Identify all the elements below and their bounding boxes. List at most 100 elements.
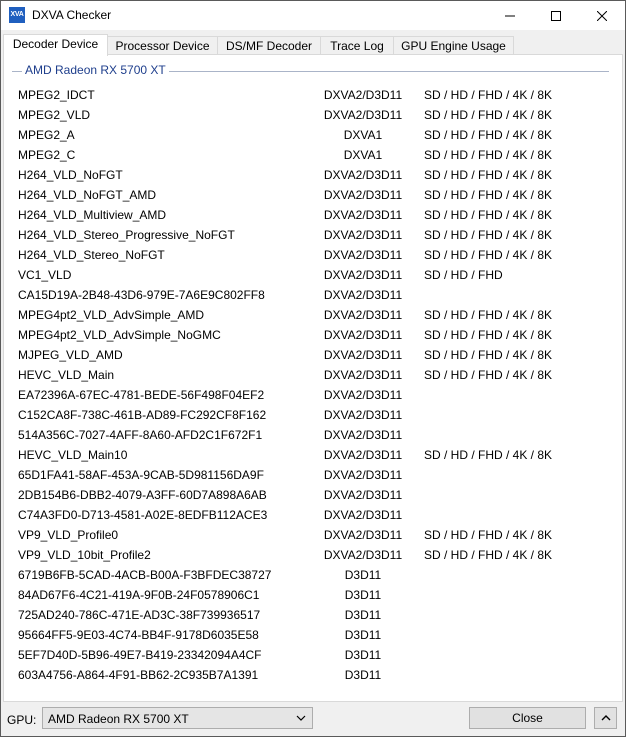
decoder-name: VC1_VLD [18,268,72,282]
decoder-api: D3D11 [344,568,382,582]
decoder-name: H264_VLD_NoFGT [18,168,123,182]
decoder-name: 65D1FA41-58AF-453A-9CAB-5D981156DA9F [18,468,264,482]
decoder-api: DXVA2/D3D11 [323,428,403,442]
decoder-api: DXVA2/D3D11 [323,248,403,262]
decoder-name: VP9_VLD_10bit_Profile2 [18,548,151,562]
decoder-resolutions: SD / HD / FHD / 4K / 8K [424,248,553,262]
decoder-row[interactable]: 95664FF5-9E03-4C74-BB4F-9178D6035E58 D3D1… [18,625,598,645]
decoder-api: DXVA2/D3D11 [323,288,403,302]
decoder-row[interactable]: MPEG2_VLD DXVA2/D3D11 SD / HD / FHD / 4K /… [18,105,598,125]
decoder-resolutions: SD / HD / FHD / 4K / 8K [424,368,553,382]
decoder-row[interactable]: 725AD240-786C-471E-AD3C-38F739936517 D3D1… [18,605,598,625]
decoder-row[interactable]: EA72396A-67EC-4781-BEDE-56F498F04EF2 DXVA… [18,385,598,405]
decoder-resolutions: SD / HD / FHD / 4K / 8K [424,148,553,162]
decoder-row[interactable]: C152CA8F-738C-461B-AD89-FC292CF8F162 DXVA… [18,405,598,425]
decoder-api: DXVA2/D3D11 [323,548,403,562]
decoder-row[interactable]: H264_VLD_NoFGT DXVA2/D3D11 SD / HD / FHD /… [18,165,598,185]
decoder-name: MPEG4pt2_VLD_AdvSimple_NoGMC [18,328,221,342]
decoder-api: DXVA2/D3D11 [323,108,403,122]
decoder-resolutions: SD / HD / FHD / 4K / 8K [424,168,553,182]
tab-trace-log[interactable]: Trace Log [320,36,394,55]
decoder-api: DXVA2/D3D11 [323,308,403,322]
decoder-name: 84AD67F6-4C21-419A-9F0B-24F0578906C1 [18,588,260,602]
decoder-row[interactable]: HEVC_VLD_Main DXVA2/D3D11 SD / HD / FHD / … [18,365,598,385]
decoder-row[interactable]: 65D1FA41-58AF-453A-9CAB-5D981156DA9F DXVA… [18,465,598,485]
chevron-up-icon [601,715,610,721]
decoder-row[interactable]: 6719B6FB-5CAD-4ACB-B00A-F3BFDEC38727 D3D1… [18,565,598,585]
close-window-button[interactable] [579,1,625,30]
tab-decoder-device[interactable]: Decoder Device [3,34,108,56]
tab-ds-mf-decoder[interactable]: DS/MF Decoder [217,36,321,55]
decoder-resolutions: SD / HD / FHD / 4K / 8K [424,348,553,362]
decoder-row[interactable]: H264_VLD_Stereo_NoFGT DXVA2/D3D11 SD / HD … [18,245,598,265]
decoder-name: MPEG4pt2_VLD_AdvSimple_AMD [18,308,205,322]
decoder-row[interactable]: H264_VLD_Stereo_Progressive_NoFGT DXVA2/D… [18,225,598,245]
maximize-button[interactable] [533,1,579,30]
decoder-resolutions: SD / HD / FHD / 4K / 8K [424,208,553,222]
close-button[interactable]: Close [469,707,586,729]
minimize-button[interactable] [487,1,533,30]
decoder-api: DXVA2/D3D11 [323,488,403,502]
decoder-row[interactable]: C74A3FD0-D713-4581-A02E-8EDFB112ACE3 DXVA… [18,505,598,525]
decoder-name: HEVC_VLD_Main [18,368,115,382]
decoder-name: C152CA8F-738C-461B-AD89-FC292CF8F162 [18,408,267,422]
decoder-api: D3D11 [344,648,382,662]
decoder-row[interactable]: 5EF7D40D-5B96-49E7-B419-23342094A4CF D3D1… [18,645,598,665]
decoder-resolutions: SD / HD / FHD / 4K / 8K [424,528,553,542]
decoder-api: DXVA2/D3D11 [323,168,403,182]
decoder-api: DXVA2/D3D11 [323,208,403,222]
tab-gpu-engine-usage[interactable]: GPU Engine Usage [393,36,514,55]
decoder-api: D3D11 [344,628,382,642]
decoder-device-panel: AMD Radeon RX 5700 XT MPEG2_IDCT DXVA2/D3… [3,54,623,702]
groupbox-title: AMD Radeon RX 5700 XT [22,63,169,77]
decoder-name: 2DB154B6-DBB2-4079-A3FF-60D7A898A6AB [18,488,267,502]
decoder-row[interactable]: 84AD67F6-4C21-419A-9F0B-24F0578906C1 D3D1… [18,585,598,605]
decoder-api: DXVA2/D3D11 [323,348,403,362]
decoder-name: 5EF7D40D-5B96-49E7-B419-23342094A4CF [18,648,262,662]
decoder-name: 6719B6FB-5CAD-4ACB-B00A-F3BFDEC38727 [18,568,272,582]
decoder-row[interactable]: MPEG2_A DXVA1 SD / HD / FHD / 4K / 8K [18,125,598,145]
decoder-row[interactable]: H264_VLD_Multiview_AMD DXVA2/D3D11 SD / HD… [18,205,598,225]
decoder-row[interactable]: MJPEG_VLD_AMD DXVA2/D3D11 SD / HD / FHD / … [18,345,598,365]
decoder-row[interactable]: MPEG4pt2_VLD_AdvSimple_NoGMC DXVA2/D3D11 S… [18,325,598,345]
decoder-name: 514A356C-7027-4AFF-8A60-AFD2C1F672F1 [18,428,263,442]
title-bar[interactable]: XVA DXVA Checker [1,1,625,30]
decoder-resolutions: SD / HD / FHD / 4K / 8K [424,308,553,322]
decoder-row[interactable]: CA15D19A-2B48-43D6-979E-7A6E9C802FF8 DXVA… [18,285,598,305]
decoder-resolutions: SD / HD / FHD / 4K / 8K [424,548,553,562]
decoder-name: MPEG2_IDCT [18,88,95,102]
decoder-name: MPEG2_C [18,148,76,162]
decoder-api: DXVA2/D3D11 [323,88,403,102]
decoder-row[interactable]: MPEG4pt2_VLD_AdvSimple_AMD DXVA2/D3D11 SD … [18,305,598,325]
decoder-row[interactable]: 514A356C-7027-4AFF-8A60-AFD2C1F672F1 DXVA… [18,425,598,445]
decoder-resolutions: SD / HD / FHD / 4K / 8K [424,88,553,102]
decoder-api: DXVA2/D3D11 [323,188,403,202]
gpu-select[interactable]: AMD Radeon RX 5700 XT [42,707,313,729]
decoder-row[interactable]: VP9_VLD_Profile0 DXVA2/D3D11 SD / HD / FHD… [18,525,598,545]
minimize-icon [505,15,515,16]
decoder-row[interactable]: HEVC_VLD_Main10 DXVA2/D3D11 SD / HD / FHD … [18,445,598,465]
tab-processor-device[interactable]: Processor Device [107,36,218,55]
decoder-api: DXVA1 [343,128,383,142]
decoder-name: H264_VLD_Multiview_AMD [18,208,167,222]
decoder-row[interactable]: H264_VLD_NoFGT_AMD DXVA2/D3D11 SD / HD / F… [18,185,598,205]
decoder-name: C74A3FD0-D713-4581-A02E-8EDFB112ACE3 [18,508,268,522]
decoder-api: DXVA2/D3D11 [323,528,403,542]
decoder-name: 725AD240-786C-471E-AD3C-38F739936517 [18,608,261,622]
window-title: DXVA Checker [32,8,112,22]
decoder-resolutions: SD / HD / FHD / 4K / 8K [424,128,553,142]
expand-button[interactable] [594,707,617,729]
decoder-row[interactable]: VC1_VLD DXVA2/D3D11 SD / HD / FHD [18,265,598,285]
decoder-name: MJPEG_VLD_AMD [18,348,123,362]
decoder-row[interactable]: 2DB154B6-DBB2-4079-A3FF-60D7A898A6AB DXVA… [18,485,598,505]
decoder-row[interactable]: 603A4756-A864-4F91-BB62-2C935B7A1391 D3D1… [18,665,598,685]
decoder-name: H264_VLD_Stereo_Progressive_NoFGT [18,228,235,242]
decoder-name: H264_VLD_NoFGT_AMD [18,188,157,202]
close-icon [597,10,607,21]
decoder-name: 95664FF5-9E03-4C74-BB4F-9178D6035E58 [18,628,259,642]
decoder-row[interactable]: VP9_VLD_10bit_Profile2 DXVA2/D3D11 SD / HD… [18,545,598,565]
decoder-row[interactable]: MPEG2_C DXVA1 SD / HD / FHD / 4K / 8K [18,145,598,165]
gpu-select-value: AMD Radeon RX 5700 XT [48,712,189,726]
decoder-row[interactable]: MPEG2_IDCT DXVA2/D3D11 SD / HD / FHD / 4K … [18,85,598,105]
decoder-api: D3D11 [344,608,382,622]
